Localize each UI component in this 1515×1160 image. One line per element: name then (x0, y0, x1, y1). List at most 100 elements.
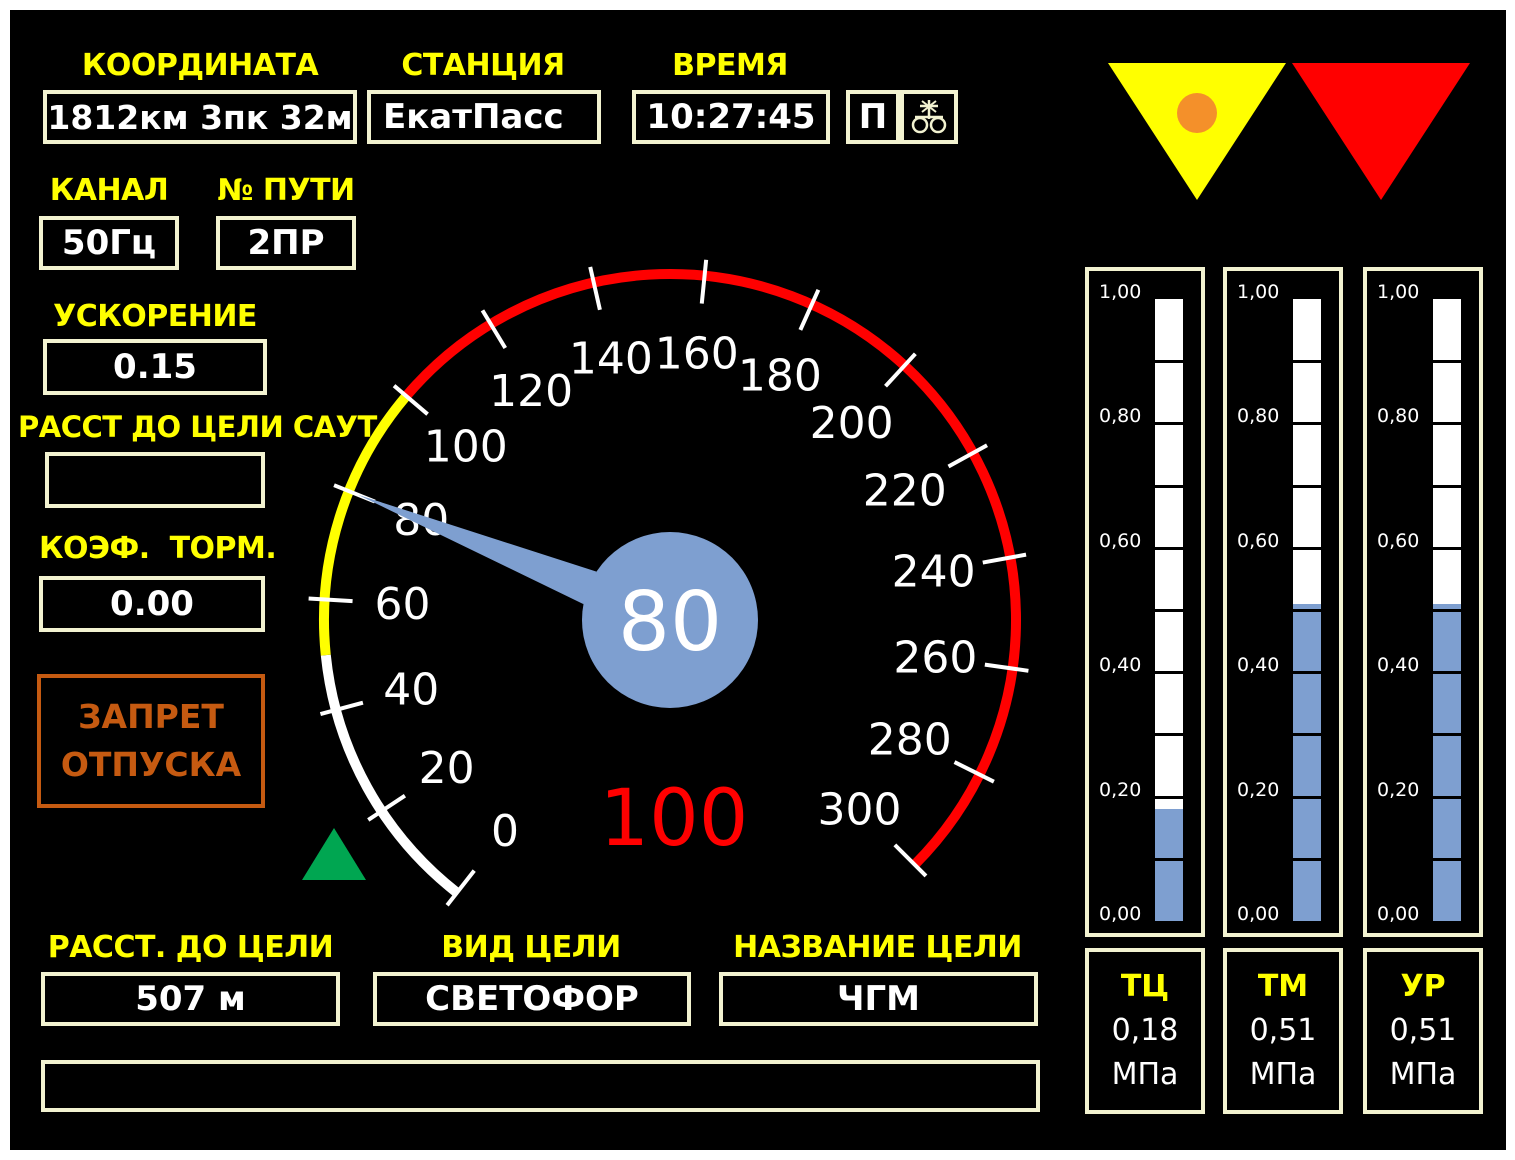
speed-tick-40 (319, 700, 364, 717)
pressure-gauge-1: 1,00 0,80 0,60 0,40 0,20 0,00 (1223, 267, 1343, 937)
target-type-value: СВЕТОФОР (373, 972, 691, 1026)
gauge-scale-mark (1293, 609, 1321, 612)
pressure-name: УР (1400, 969, 1446, 1004)
brake-coef-value: 0.00 (39, 576, 265, 632)
acceleration-label: УСКОРЕНИЕ (53, 299, 257, 334)
time-label: ВРЕМЯ (672, 48, 788, 83)
speed-tick-20 (367, 794, 407, 822)
speed-label-240: 240 (892, 547, 976, 598)
gauge-track (1293, 299, 1321, 921)
channel-value: 50Гц (39, 216, 179, 270)
speed-tick-140 (588, 266, 602, 311)
pressure-unit: МПа (1249, 1057, 1317, 1092)
speed-tick-60 (308, 596, 353, 604)
gauge-scale-mark (1293, 857, 1321, 861)
speed-tick-200 (884, 352, 917, 388)
speed-needle-hub (582, 532, 758, 708)
gauge-fill (1433, 603, 1461, 921)
green-triangle-icon (302, 828, 366, 880)
speed-label-120: 120 (489, 366, 573, 417)
station-label: СТАНЦИЯ (401, 48, 565, 83)
target-name-value: ЧГМ (719, 972, 1038, 1026)
saut-distance-value (45, 452, 265, 508)
gauge-scale-mark (1155, 857, 1183, 861)
speed-tick-100 (392, 384, 429, 416)
channel-label: КАНАЛ (49, 173, 169, 208)
mode-letter-indicator: П (846, 90, 900, 144)
gauge-fill (1293, 603, 1321, 921)
gauge-scale-label: 0,20 (1237, 778, 1280, 801)
target-distance-label: РАССТ. ДО ЦЕЛИ (47, 930, 334, 965)
target-distance-value: 507 м (41, 972, 340, 1026)
gauge-scale-label: 0,60 (1237, 529, 1280, 552)
gauge-scale-mark (1293, 795, 1321, 799)
speed-label-140: 140 (569, 334, 653, 385)
coordinate-label: КООРДИНАТА (81, 48, 319, 83)
gauge-scale-label: 0,40 (1237, 654, 1280, 677)
pressure-name: ТМ (1257, 969, 1309, 1004)
message-bar (41, 1060, 1040, 1112)
speed-tick-180 (798, 288, 821, 331)
speed-label-260: 260 (893, 633, 977, 684)
acceleration-value: 0.15 (43, 339, 267, 395)
brake-coef-label: КОЭФ. ТОРМ. (39, 531, 277, 566)
target-name-label: НАЗВАНИЕ ЦЕЛИ (733, 930, 1022, 965)
speed-label-60: 60 (374, 579, 430, 630)
pressure-readout-0: ТЦ 0,18 МПа (1085, 948, 1205, 1114)
gauge-scale-label: 0,00 (1237, 903, 1280, 925)
gauge-scale-mark (1293, 671, 1321, 675)
gauge-scale-mark (1293, 422, 1321, 426)
speed-zone-arc-2 (402, 269, 1021, 869)
pressure-gauge-0: 1,00 0,80 0,60 0,40 0,20 0,00 (1085, 267, 1205, 937)
release-ban-line1: ЗАПРЕТ (78, 697, 224, 737)
gauge-scale-label: 0,00 (1377, 903, 1420, 925)
gauge-scale-label: 0,20 (1099, 778, 1142, 801)
speed-limit-readout: 100 (600, 774, 749, 864)
gauge-track (1433, 299, 1461, 921)
gauge-scale-label: 0,80 (1377, 405, 1420, 428)
gauge-scale-label: 0,80 (1237, 405, 1280, 428)
signal-lamp-dot (1177, 93, 1217, 133)
gauge-scale-mark (1433, 484, 1461, 488)
gauge-scale-mark (1155, 360, 1183, 364)
pressure-value: 0,51 (1389, 1013, 1457, 1048)
gauge-fill (1155, 809, 1183, 921)
gauge-scale-mark (1155, 733, 1183, 737)
pressure-readout-1: ТМ 0,51 МПа (1223, 948, 1343, 1114)
speed-tick-240 (982, 552, 1027, 565)
speed-label-0: 0 (491, 806, 519, 857)
speed-tick-120 (480, 309, 507, 350)
station-value: ЕкатПасс (367, 90, 601, 144)
gauge-scale-mark (1433, 733, 1461, 737)
gauge-scale-mark (1433, 795, 1461, 799)
gauge-scale-mark (1433, 609, 1461, 612)
coordinate-value: 1812км 3пк 32м (43, 90, 357, 144)
speed-label-40: 40 (383, 665, 439, 716)
pressure-value: 0,18 (1111, 1013, 1179, 1048)
gauge-scale-label: 0,60 (1099, 529, 1142, 552)
speed-tick-260 (984, 662, 1029, 673)
current-speed-readout: 80 (618, 575, 722, 670)
track-label: № ПУТИ (217, 173, 355, 208)
gauge-scale-mark (1155, 795, 1183, 799)
gauge-scale-label: 0,00 (1099, 903, 1142, 925)
pressure-unit: МПа (1111, 1057, 1179, 1092)
train-wheels-icon (900, 90, 958, 144)
speed-label-180: 180 (738, 351, 822, 402)
pressure-gauge-2: 1,00 0,80 0,60 0,40 0,20 0,00 (1363, 267, 1483, 937)
speed-tick-220 (947, 443, 988, 469)
release-ban-line2: ОТПУСКА (60, 745, 242, 784)
speed-tick-160 (699, 259, 709, 304)
gauge-scale-mark (1433, 422, 1461, 426)
speed-needle (358, 494, 597, 605)
speed-label-160: 160 (655, 328, 739, 379)
gauge-scale-label: 1,00 (1099, 281, 1142, 303)
gauge-scale-label: 0,80 (1099, 405, 1142, 428)
speed-tick-0 (445, 869, 476, 907)
speed-label-220: 220 (863, 466, 947, 517)
speed-label-300: 300 (818, 785, 902, 836)
target-type-label: ВИД ЦЕЛИ (441, 930, 621, 965)
gauge-scale-mark (1433, 546, 1461, 550)
gauge-scale-mark (1155, 484, 1183, 488)
pressure-name: ТЦ (1120, 969, 1170, 1004)
